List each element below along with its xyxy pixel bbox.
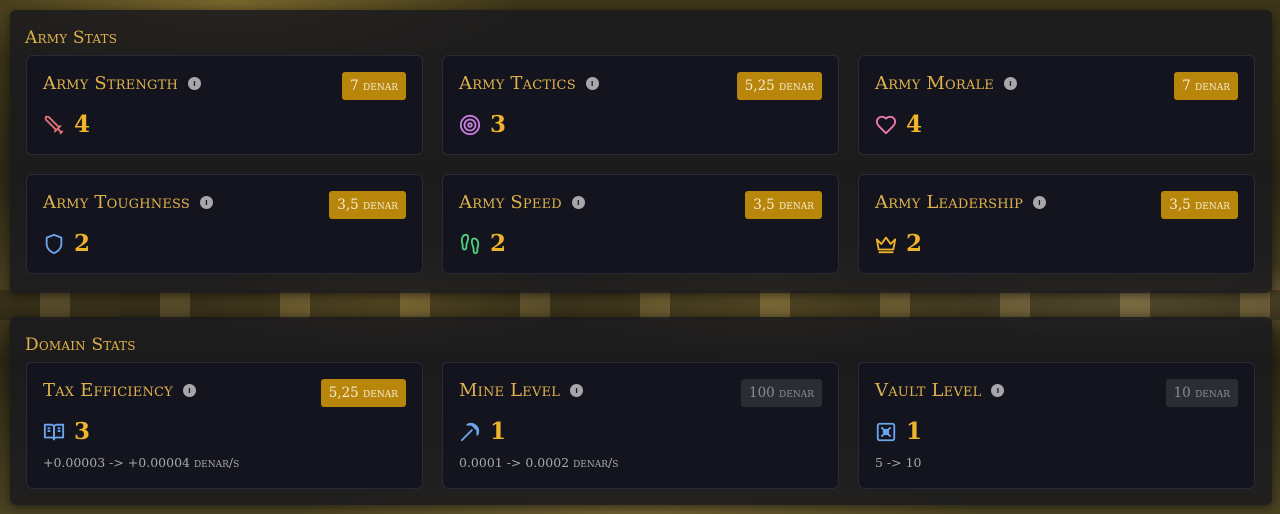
stat-card-army-leadership: Army Leadership i 3,5 denar 2	[858, 174, 1255, 274]
shield-icon	[43, 233, 65, 255]
stat-upgrade-detail: 5 -> 10	[875, 455, 922, 470]
info-icon[interactable]: i	[570, 384, 584, 397]
stat-card-army-speed: Army Speed i 3,5 denar 2	[442, 174, 839, 274]
info-icon[interactable]: i	[1004, 77, 1017, 90]
stat-card-army-toughness: Army Toughness i 3,5 denar 2	[26, 174, 423, 274]
stat-card-army-morale: Army Morale i 7 denar 4	[858, 55, 1255, 155]
stat-name: Army Tactics	[459, 73, 576, 94]
book-icon	[43, 421, 65, 443]
target-icon	[459, 114, 481, 136]
info-icon[interactable]: i	[182, 384, 196, 397]
section-title: Army Stats	[25, 28, 118, 48]
upgrade-cost-button[interactable]: 5,25 denar	[736, 72, 822, 100]
upgrade-cost-button[interactable]: 7 denar	[1174, 72, 1238, 100]
info-icon[interactable]: i	[991, 384, 1005, 397]
upgrade-cost-button[interactable]: 5,25 denar	[320, 379, 406, 407]
stat-name: Army Morale	[875, 73, 994, 94]
upgrade-cost-button[interactable]: 3,5 denar	[745, 191, 822, 219]
stat-card-tax-efficiency: Tax Efficiency i 5,25 denar 3 +0.00003 ->…	[26, 362, 423, 489]
stat-value: 3	[74, 418, 91, 445]
stat-upgrade-detail: 0.0001 -> 0.0002 denar/s	[459, 455, 619, 470]
stat-name: Mine Level	[459, 380, 561, 401]
info-icon[interactable]: i	[571, 196, 585, 209]
stat-name: Army Leadership	[875, 192, 1024, 213]
info-icon[interactable]: i	[585, 77, 599, 90]
stat-value: 4	[74, 111, 91, 138]
info-icon[interactable]: i	[188, 77, 202, 90]
info-icon[interactable]: i	[1033, 196, 1047, 209]
crown-icon	[875, 233, 897, 255]
stat-name: Army Strength	[43, 73, 179, 94]
upgrade-cost-button[interactable]: 7 denar	[342, 72, 406, 100]
upgrade-cost-button[interactable]: 10 denar	[1165, 379, 1238, 407]
info-icon[interactable]: i	[200, 196, 213, 209]
background-image	[0, 290, 1280, 320]
stat-name: Vault Level	[875, 380, 982, 401]
heart-icon	[875, 114, 897, 136]
domain-stats-panel: Domain Stats Tax Efficiency i 5,25 denar …	[10, 317, 1272, 505]
section-title: Domain Stats	[25, 335, 136, 355]
stat-card-army-tactics: Army Tactics i 5,25 denar 3	[442, 55, 839, 155]
stat-upgrade-detail: +0.00003 -> +0.00004 denar/s	[43, 455, 240, 470]
stat-name: Army Speed	[459, 192, 562, 213]
stat-card-mine-level: Mine Level i 100 denar 1 0.0001 -> 0.0002…	[442, 362, 839, 489]
sword-icon	[43, 114, 65, 136]
stat-value: 2	[906, 230, 923, 257]
stat-value: 4	[906, 111, 923, 138]
stat-value: 2	[74, 230, 91, 257]
stat-value: 3	[490, 111, 507, 138]
upgrade-cost-button[interactable]: 3,5 denar	[329, 191, 406, 219]
upgrade-cost-button[interactable]: 3,5 denar	[1161, 191, 1238, 219]
stat-value: 1	[906, 418, 923, 445]
upgrade-cost-button[interactable]: 100 denar	[741, 379, 822, 407]
army-stats-panel: Army Stats Army Strength i 7 denar 4 Army…	[10, 10, 1272, 293]
vault-icon	[875, 421, 897, 443]
stat-value: 2	[490, 230, 507, 257]
stat-name: Tax Efficiency	[43, 380, 173, 401]
footprints-icon	[459, 233, 481, 255]
stat-card-vault-level: Vault Level i 10 denar 1 5 -> 10	[858, 362, 1255, 489]
stat-name: Army Toughness	[43, 192, 190, 213]
stat-card-army-strength: Army Strength i 7 denar 4	[26, 55, 423, 155]
pickaxe-icon	[459, 421, 481, 443]
stat-value: 1	[490, 418, 507, 445]
